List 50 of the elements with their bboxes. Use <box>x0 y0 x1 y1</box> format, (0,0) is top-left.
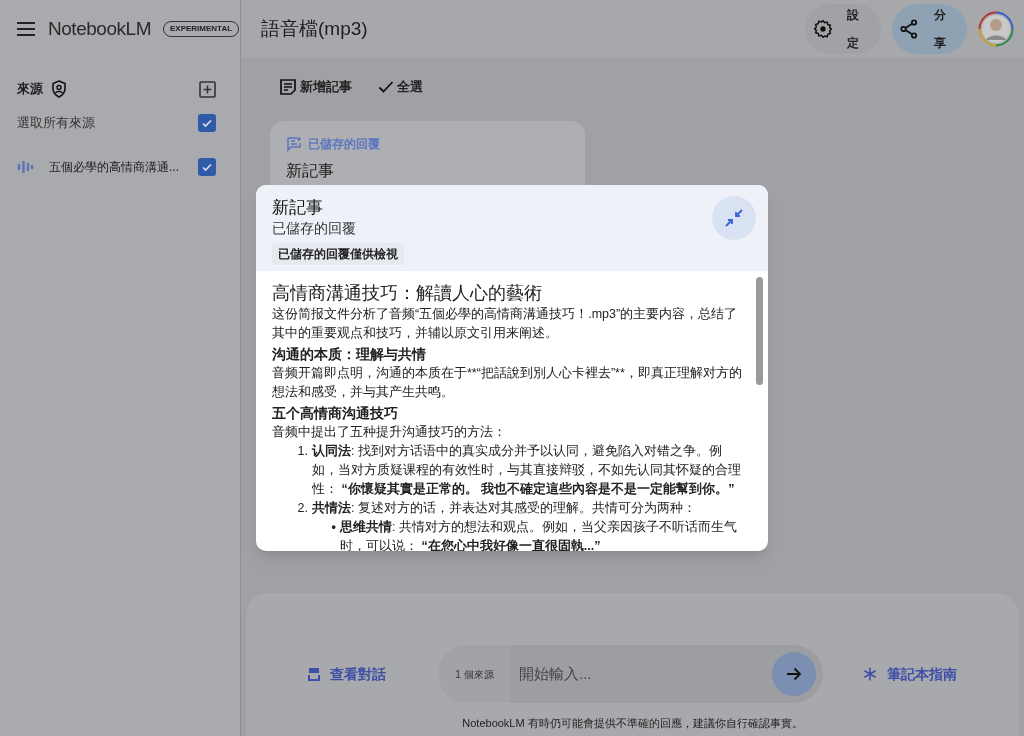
section-heading: 五个高情商沟通技巧 <box>272 404 399 423</box>
avatar[interactable] <box>978 11 1014 47</box>
disclaimer: NotebookLM 有時仍可能會提供不準確的回應，建議你自行確認事實。 <box>462 716 803 731</box>
list-item-text: 认同法: 找到对方话语中的真实成分并予以认同，避免陷入对错之争。例如，当对方质疑课程的有效性时，与其直接辩驳，不如先认同其怀疑的合理性： “你懷疑其實是正常的。 我也不確定這些內容是不是一定能幫到你。” <box>312 443 742 498</box>
note-icon <box>279 78 297 96</box>
list-marker: 1. <box>296 443 309 460</box>
share-button[interactable]: 分享 <box>892 4 967 54</box>
paragraph: 这份简报文件分析了音频“五個必學的高情商溝通技巧！.mp3”的主要内容，总结了其中的重要观点和技巧，并辅以原文引用来阐述。 <box>272 306 739 342</box>
add-note-button[interactable]: 新增記事 <box>279 77 352 97</box>
source-count: 1 個來源 <box>438 645 511 703</box>
list-item-text: 共情法: 复述对方的话，并表达对其感受的理解。共情可分为两种： <box>312 500 696 517</box>
settings-icon <box>813 19 833 39</box>
section-heading: 沟通的本质：理解与共情 <box>272 345 427 364</box>
check-icon <box>378 80 394 94</box>
collapse-button[interactable] <box>712 196 756 240</box>
list-marker: • <box>330 519 337 536</box>
list-marker: 2. <box>296 500 309 517</box>
scrollbar-thumb[interactable] <box>756 277 763 385</box>
dialog-title: 新記事 <box>272 197 323 219</box>
collapse-icon <box>725 209 743 227</box>
checkbox[interactable] <box>198 114 216 132</box>
asterisk-icon <box>863 667 877 681</box>
note-card-title: 新記事 <box>286 161 335 181</box>
settings-button[interactable]: 設定 <box>805 4 881 54</box>
send-button[interactable] <box>772 652 816 696</box>
chat-list-icon <box>308 667 320 681</box>
shield-icon[interactable] <box>51 80 67 98</box>
checkmark-icon <box>201 117 213 129</box>
notebook-title: 語音檔(mp3) <box>261 16 368 41</box>
paragraph: 音频开篇即点明，沟通的本质在于**“把話說到別人心卡裡去”**，即真正理解对方的想法和感受，并与其产生共鸣。 <box>272 365 743 401</box>
checkmark-icon <box>201 161 213 173</box>
message-field[interactable]: 開始輸入... <box>511 662 772 686</box>
audio-icon <box>17 160 34 174</box>
share-icon <box>900 19 918 39</box>
paragraph: 音频中提出了五种提升沟通技巧的方法： <box>272 424 507 441</box>
brand-name: NotebookLM <box>48 16 151 41</box>
saved-reply-tag: 已儲存的回覆 <box>308 135 380 153</box>
arrow-right-icon <box>786 667 802 681</box>
select-all-label: 選取所有來源 <box>17 114 95 133</box>
select-all-button[interactable]: 全選 <box>378 77 423 97</box>
checkbox[interactable] <box>198 158 216 176</box>
chat-input[interactable]: 1 個來源 開始輸入... <box>438 645 823 703</box>
add-source-icon[interactable] <box>199 80 216 98</box>
note-title: 高情商溝通技巧：解讀人心的藝術 <box>272 282 543 305</box>
menu-icon[interactable] <box>16 21 36 37</box>
notebook-guide-button[interactable]: 筆記本指南 <box>863 663 957 685</box>
source-title[interactable]: 五個必學的高情商溝通... <box>49 158 179 176</box>
saved-reply-icon <box>286 136 302 152</box>
sources-title: 來源 <box>17 80 43 99</box>
view-only-chip: 已儲存的回覆僅供檢視 <box>272 243 404 265</box>
